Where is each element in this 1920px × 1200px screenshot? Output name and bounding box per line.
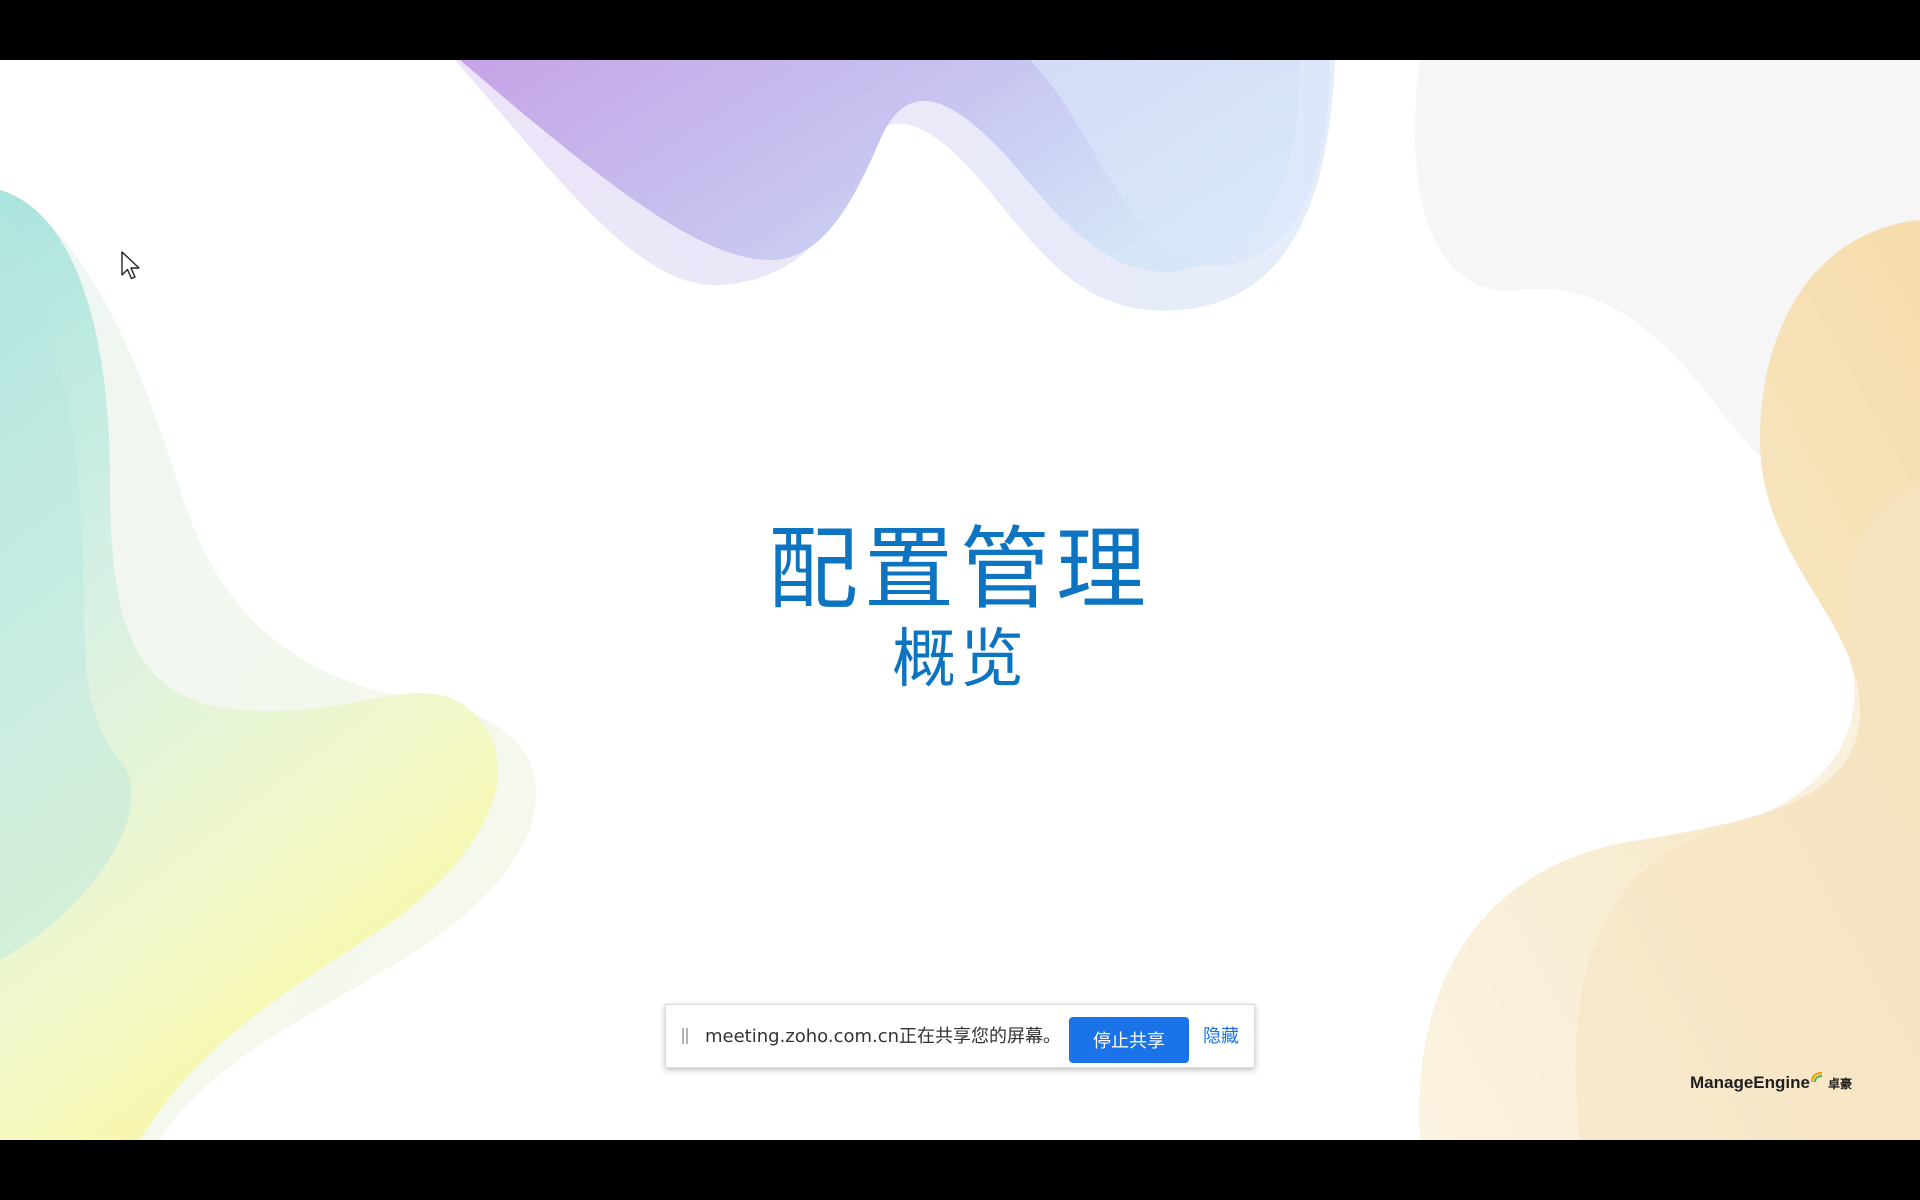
brand-name-cn: 卓豪 [1827, 1076, 1852, 1091]
slide-subtitle: 概览 [892, 623, 1028, 697]
screen: 配置管理 概览 meeting.zoho.com.cn正在共享您的屏幕。 停止共… [0, 0, 1920, 1200]
share-message: meeting.zoho.com.cn正在共享您的屏幕。 [705, 1026, 1062, 1047]
slide-title: 配置管理 [768, 517, 1152, 622]
manageengine-arc-icon [1810, 1071, 1823, 1083]
drag-handle-icon[interactable] [682, 1028, 688, 1044]
presentation-slide: 配置管理 概览 meeting.zoho.com.cn正在共享您的屏幕。 停止共… [0, 60, 1920, 1140]
hide-link[interactable]: 隐藏 [1203, 1005, 1239, 1069]
screen-share-notification-bar: meeting.zoho.com.cn正在共享您的屏幕。 停止共享 隐藏 [665, 1004, 1255, 1068]
stop-sharing-button[interactable]: 停止共享 [1069, 1017, 1189, 1063]
brand-name: ManageEngine [1690, 1073, 1810, 1092]
manageengine-logo: ManageEngine 卓豪 [1690, 1071, 1852, 1103]
mouse-pointer-icon [121, 251, 140, 280]
